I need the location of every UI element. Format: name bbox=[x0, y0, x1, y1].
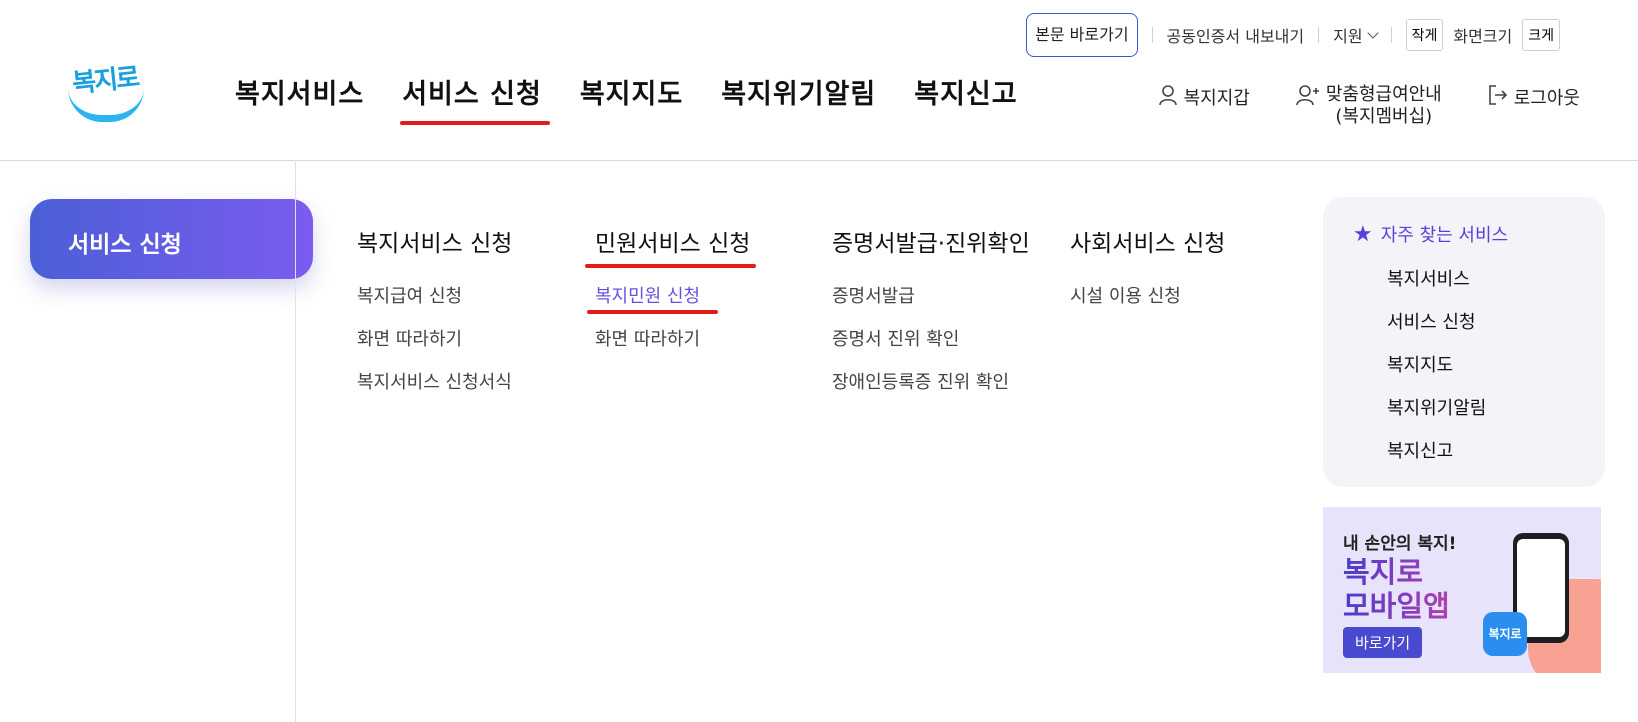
skip-to-content-link[interactable]: 본문 바로가기 bbox=[1026, 13, 1138, 57]
app-icon: 복지로 bbox=[1483, 612, 1527, 656]
chevron-down-icon bbox=[1366, 26, 1379, 39]
membership-label-line1: 맞춤형급여안내 bbox=[1325, 84, 1442, 105]
vertical-divider bbox=[295, 160, 296, 722]
font-smaller-button[interactable]: 작게 bbox=[1405, 19, 1444, 51]
menu-item[interactable]: 복지서비스 신청서식 bbox=[357, 368, 512, 394]
header-user-links: 복지지갑 맞춤형급여안내 (복지멤버십) 로그아웃 bbox=[1112, 84, 1580, 128]
support-dropdown[interactable]: 지원 bbox=[1333, 23, 1379, 47]
menu-column-civil-service: 민원서비스 신청 복지민원 신청 화면 따라하기 bbox=[584, 224, 757, 368]
mobile-app-banner[interactable]: 내 손안의 복지! 복지로 모바일앱 바로가기 복지로 bbox=[1323, 507, 1601, 673]
welfare-wallet-label: 복지지갑 bbox=[1183, 88, 1250, 109]
nav-welfare-services[interactable]: 복지서비스 bbox=[235, 72, 364, 123]
favorite-item[interactable]: 서비스 신청 bbox=[1387, 308, 1605, 334]
favorite-item[interactable]: 복지신고 bbox=[1387, 437, 1605, 463]
menu-column-list: 증명서발급 증명서 진위 확인 장애인등록증 진위 확인 bbox=[832, 282, 1030, 394]
logout-icon bbox=[1488, 85, 1507, 105]
cert-export-link[interactable]: 공동인증서 내보내기 bbox=[1167, 23, 1305, 47]
nav-welfare-map[interactable]: 복지지도 bbox=[580, 72, 683, 123]
divider bbox=[1151, 27, 1153, 43]
user-icon bbox=[1158, 85, 1177, 106]
menu-column-title[interactable]: 증명서발급·진위확인 bbox=[832, 224, 1030, 264]
nav-welfare-report[interactable]: 복지신고 bbox=[914, 72, 1017, 123]
logout-link[interactable]: 로그아웃 bbox=[1488, 84, 1580, 110]
menu-column-title[interactable]: 사회서비스 신청 bbox=[1070, 224, 1225, 264]
nav-welfare-crisis-alert[interactable]: 복지위기알림 bbox=[721, 72, 876, 123]
main-nav: 복지서비스 서비스 신청 복지지도 복지위기알림 복지신고 bbox=[235, 72, 1056, 125]
banner-subtitle: 내 손안의 복지! bbox=[1343, 534, 1457, 554]
favorite-item[interactable]: 복지지도 bbox=[1387, 351, 1605, 377]
favorites-list: 복지서비스 서비스 신청 복지지도 복지위기알림 복지신고 bbox=[1353, 265, 1605, 463]
membership-label-line2: (복지멤버십) bbox=[1335, 106, 1433, 127]
star-icon: ★ bbox=[1353, 221, 1373, 247]
favorite-item[interactable]: 복지서비스 bbox=[1387, 265, 1605, 291]
favorites-title: 자주 찾는 서비스 bbox=[1380, 225, 1509, 246]
utility-bar: 본문 바로가기 공동인증서 내보내기 지원 작게 화면크기 크게 bbox=[1026, 12, 1560, 58]
menu-item[interactable]: 복지급여 신청 bbox=[357, 282, 512, 308]
menu-column-list: 시설 이용 신청 bbox=[1070, 282, 1225, 308]
user-plus-icon bbox=[1296, 85, 1319, 106]
section-title: 서비스 신청 bbox=[68, 232, 182, 258]
favorites-panel: ★ 자주 찾는 서비스 복지서비스 서비스 신청 복지지도 복지위기알림 복지신… bbox=[1323, 197, 1605, 487]
menu-column-welfare-service: 복지서비스 신청 복지급여 신청 화면 따라하기 복지서비스 신청서식 bbox=[357, 224, 512, 411]
font-larger-button[interactable]: 크게 bbox=[1522, 19, 1560, 51]
banner-title: 복지로 모바일앱 bbox=[1343, 555, 1450, 623]
banner-title-line1: 복지로 bbox=[1343, 555, 1424, 589]
banner-go-button[interactable]: 바로가기 bbox=[1343, 627, 1423, 658]
menu-item[interactable]: 시설 이용 신청 bbox=[1070, 282, 1225, 308]
menu-column-title[interactable]: 민원서비스 신청 bbox=[584, 224, 757, 268]
menu-column-list: 복지민원 신청 화면 따라하기 bbox=[586, 282, 750, 351]
menu-item[interactable]: 화면 따라하기 bbox=[595, 325, 750, 351]
favorites-header: ★ 자주 찾는 서비스 bbox=[1353, 221, 1605, 247]
menu-item-active[interactable]: 복지민원 신청 bbox=[586, 282, 719, 314]
membership-link[interactable]: 맞춤형급여안내 (복지멤버십) bbox=[1296, 84, 1442, 128]
logout-label: 로그아웃 bbox=[1513, 88, 1580, 109]
header-divider bbox=[0, 160, 1638, 161]
banner-title-line2: 모바일앱 bbox=[1343, 589, 1450, 623]
menu-item[interactable]: 증명서 진위 확인 bbox=[832, 325, 1030, 351]
menu-item[interactable]: 증명서발급 bbox=[832, 282, 1030, 308]
logo-smile-icon bbox=[68, 88, 144, 122]
divider bbox=[1318, 27, 1320, 43]
menu-column-list: 복지급여 신청 화면 따라하기 복지서비스 신청서식 bbox=[357, 282, 512, 394]
support-label: 지원 bbox=[1333, 27, 1363, 46]
favorite-item[interactable]: 복지위기알림 bbox=[1387, 394, 1605, 420]
menu-column-certificate: 증명서발급·진위확인 증명서발급 증명서 진위 확인 장애인등록증 진위 확인 bbox=[832, 224, 1030, 411]
section-title-pill: 서비스 신청 bbox=[30, 199, 313, 279]
menu-item[interactable]: 화면 따라하기 bbox=[357, 325, 512, 351]
menu-column-title[interactable]: 복지서비스 신청 bbox=[357, 224, 512, 264]
font-size-label: 화면크기 bbox=[1453, 27, 1513, 46]
divider bbox=[1390, 27, 1392, 43]
nav-service-application[interactable]: 서비스 신청 bbox=[400, 72, 550, 125]
menu-column-social-service: 사회서비스 신청 시설 이용 신청 bbox=[1070, 224, 1225, 325]
menu-item[interactable]: 장애인등록증 진위 확인 bbox=[832, 368, 1030, 394]
membership-label: 맞춤형급여안내 (복지멤버십) bbox=[1326, 84, 1442, 128]
site-logo[interactable]: 복지로 bbox=[68, 58, 144, 128]
welfare-wallet-link[interactable]: 복지지갑 bbox=[1158, 84, 1250, 110]
